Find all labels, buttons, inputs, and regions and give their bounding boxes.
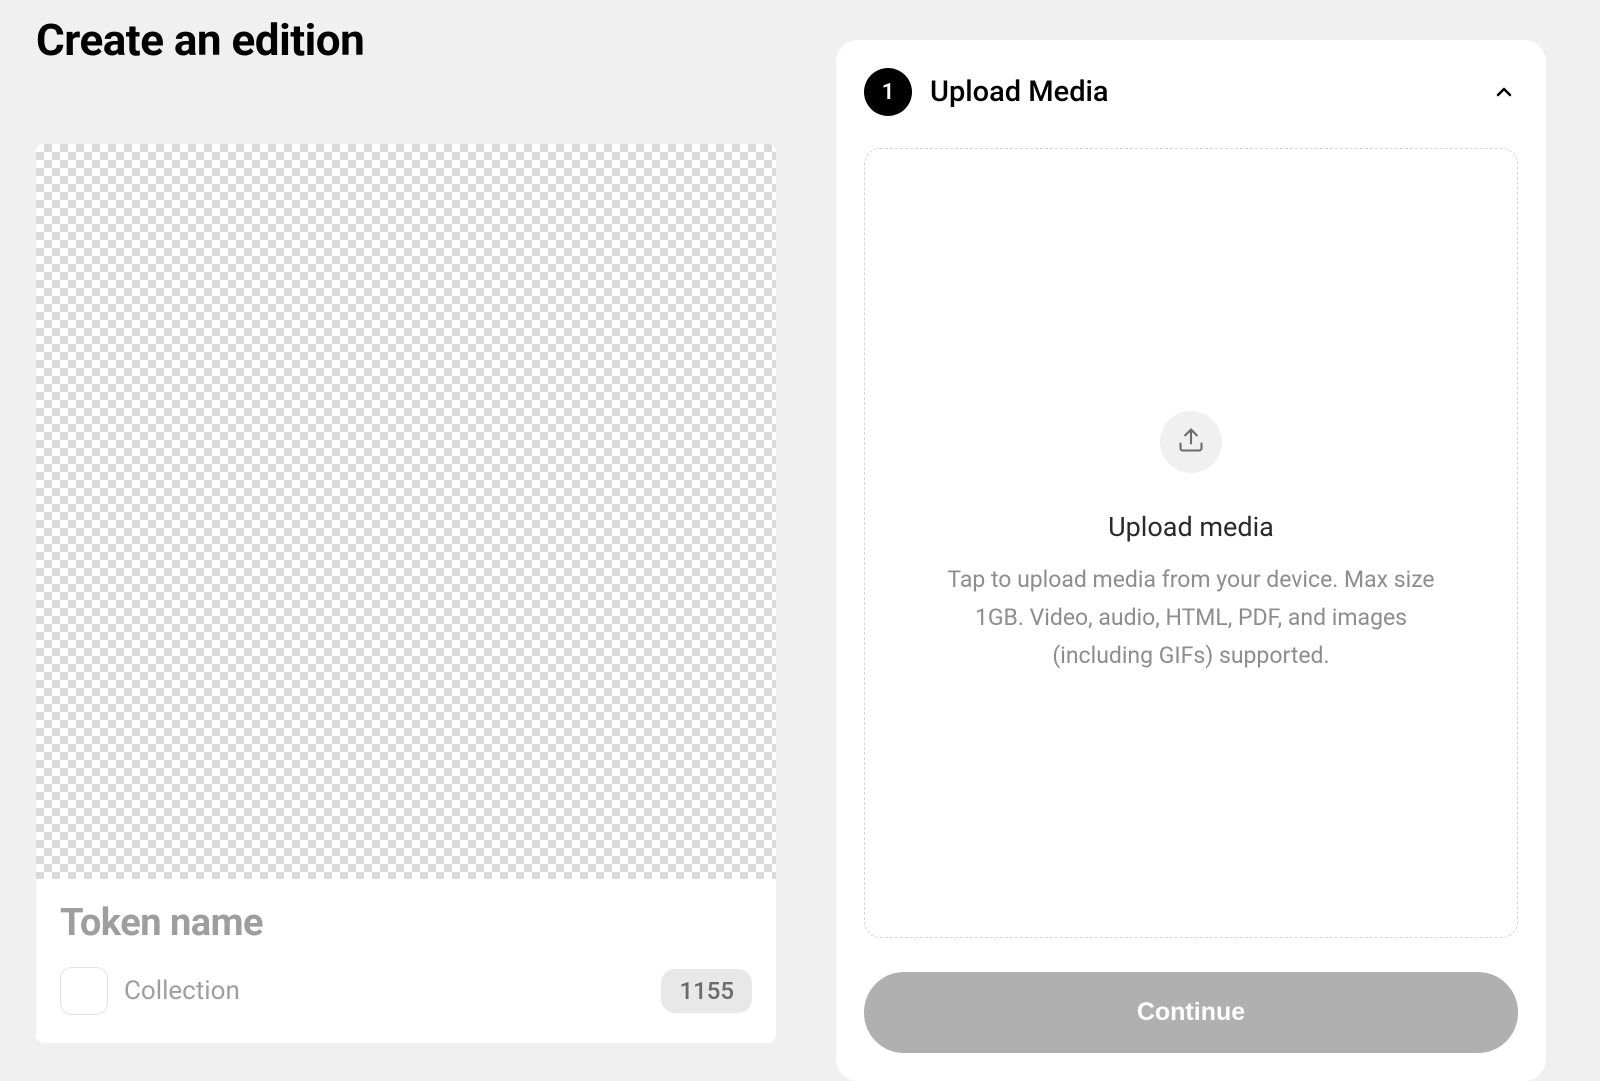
token-standard-badge: 1155 bbox=[661, 969, 752, 1013]
collection-row: Collection 1155 bbox=[60, 967, 752, 1015]
chevron-up-icon[interactable] bbox=[1490, 78, 1518, 106]
panel-header[interactable]: 1 Upload Media bbox=[864, 68, 1518, 116]
upload-dropzone[interactable]: Upload media Tap to upload media from yo… bbox=[864, 148, 1518, 938]
collection-left: Collection bbox=[60, 967, 240, 1015]
token-name-placeholder: Token name bbox=[60, 901, 752, 945]
preview-card: Token name Collection 1155 bbox=[36, 144, 776, 1043]
continue-button[interactable]: Continue bbox=[864, 972, 1518, 1053]
page-title: Create an edition bbox=[36, 14, 776, 66]
upload-icon-circle bbox=[1160, 411, 1222, 473]
upload-media-panel: 1 Upload Media bbox=[836, 40, 1546, 1081]
collection-avatar-placeholder bbox=[60, 967, 108, 1015]
preview-image-placeholder bbox=[36, 144, 776, 879]
panel-title: Upload Media bbox=[930, 75, 1109, 109]
collection-label: Collection bbox=[124, 976, 240, 1006]
panel-header-left: 1 Upload Media bbox=[864, 68, 1109, 116]
upload-icon bbox=[1177, 426, 1205, 458]
upload-title: Upload media bbox=[1108, 511, 1274, 543]
preview-info: Token name Collection 1155 bbox=[36, 879, 776, 1043]
step-number-badge: 1 bbox=[864, 68, 912, 116]
upload-description: Tap to upload media from your device. Ma… bbox=[926, 561, 1456, 675]
